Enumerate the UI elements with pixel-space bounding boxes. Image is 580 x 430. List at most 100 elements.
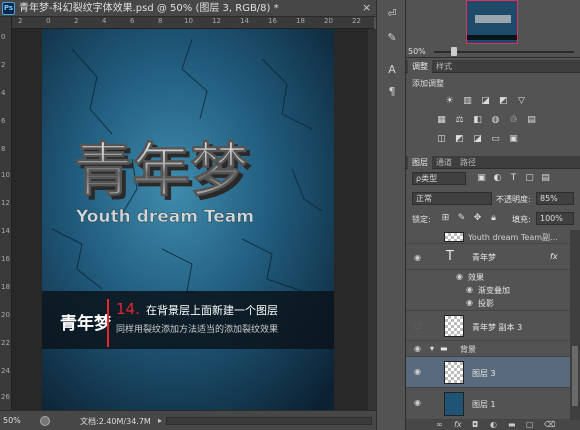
effect-row[interactable]: ◉ 渐变叠加: [406, 283, 570, 296]
layer-kind-filter[interactable]: ρ类型: [412, 172, 466, 185]
brightness-icon[interactable]: ☀: [444, 96, 455, 107]
threshold-icon[interactable]: ◪: [472, 134, 483, 145]
filter-type-icon[interactable]: T: [508, 173, 519, 184]
layer-row[interactable]: Youth dream Team副...: [406, 230, 570, 244]
group-name[interactable]: 背景: [460, 344, 476, 355]
link-layers-icon[interactable]: ∞: [436, 420, 443, 430]
visibility-eye-icon[interactable]: ◉: [414, 367, 421, 376]
zoom-level-field[interactable]: 50%: [3, 416, 21, 425]
tab-adjustments[interactable]: 调整: [408, 60, 432, 73]
status-menu-arrow-icon[interactable]: ▸: [158, 416, 162, 425]
effect-eye-icon[interactable]: ◉: [456, 272, 463, 281]
document-title[interactable]: 青年梦-科幻裂纹字体效果.psd @ 50% (图层 3, RGB/8) *: [19, 2, 279, 15]
ruler-tick-label: 20: [1, 311, 10, 319]
navigator-zoom[interactable]: 50%: [408, 47, 426, 56]
character-icon[interactable]: A: [384, 62, 400, 78]
channel-mixer-icon[interactable]: ♲: [508, 115, 519, 126]
brush-preset-icon[interactable]: ✎: [384, 30, 400, 46]
zoom-slider-handle[interactable]: [451, 47, 457, 56]
effect-row[interactable]: ◉ 投影: [406, 296, 570, 311]
new-layer-icon[interactable]: ▢: [526, 420, 534, 430]
layers-footer: ∞ fx ◘ ◐ ▬ ▢ ⌫: [406, 420, 580, 430]
svg-text:在背景层上面新建一个图层: 在背景层上面新建一个图层: [146, 303, 278, 317]
add-mask-icon[interactable]: ◘: [472, 420, 478, 430]
new-group-icon[interactable]: ▬: [508, 420, 516, 430]
paragraph-icon[interactable]: ¶: [384, 84, 400, 100]
lock-all-icon[interactable]: 🔒︎: [488, 213, 499, 224]
filter-pixel-icon[interactable]: ▣: [476, 173, 487, 184]
tab-styles[interactable]: 样式: [432, 60, 456, 73]
gradient-map-icon[interactable]: ▭: [490, 134, 501, 145]
photo-filter-icon[interactable]: ◍: [490, 115, 501, 126]
selective-color-icon[interactable]: ▣: [508, 134, 519, 145]
layer-row[interactable]: ◉ 图层 1: [406, 388, 570, 420]
ruler-tick-label: 20: [324, 17, 333, 25]
invert-icon[interactable]: ◫: [436, 134, 447, 145]
fill-input[interactable]: 100%: [536, 212, 574, 225]
document-canvas[interactable]: 青年梦 青年梦 Youth dream Team 青年梦 14. 在背景层上面新…: [42, 29, 334, 410]
navigator-thumbnail[interactable]: [466, 0, 518, 44]
black-white-icon[interactable]: ◧: [472, 115, 483, 126]
layer-name[interactable]: Youth dream Team副...: [468, 232, 558, 243]
lock-position-icon[interactable]: ✥: [472, 213, 483, 224]
tab-channels[interactable]: 通道: [432, 156, 456, 169]
lock-transparent-icon[interactable]: ⊞: [440, 213, 451, 224]
document-size: 文档:2.40M/34.7M: [80, 417, 151, 426]
exposure-icon[interactable]: ◩: [498, 96, 509, 107]
visibility-eye-icon[interactable]: ◉: [414, 398, 421, 407]
color-balance-icon[interactable]: ⚖: [454, 115, 465, 126]
layer-fx-icon[interactable]: fx: [550, 252, 558, 261]
horizontal-ruler[interactable]: 2 0 2 4 6 8 10 12 14 16 18 20 22: [12, 17, 374, 29]
hue-saturation-icon[interactable]: ▦: [436, 115, 447, 126]
status-bar: 50% 文档:2.40M/34.7M ▸: [0, 410, 376, 430]
filter-smart-icon[interactable]: ▤: [540, 173, 551, 184]
vertical-ruler[interactable]: 0 2 4 6 8 10 12 14 16 18 20 22 24 26: [0, 17, 12, 410]
horizontal-scrollbar[interactable]: [166, 417, 372, 425]
effects-row[interactable]: ◉ 效果: [406, 270, 570, 283]
color-lookup-icon[interactable]: ▤: [526, 115, 537, 126]
effect-eye-icon[interactable]: ◉: [466, 285, 473, 294]
adjustments-tabs: 调整 样式: [406, 60, 580, 73]
add-style-icon[interactable]: fx: [454, 420, 462, 430]
layer-name[interactable]: 图层 3: [472, 368, 496, 379]
filter-adjustment-icon[interactable]: ◐: [492, 173, 503, 184]
lock-label: 锁定:: [412, 215, 431, 224]
layer-name[interactable]: 图层 1: [472, 399, 496, 410]
layer-name[interactable]: 青年梦: [472, 252, 496, 263]
ruler-tick-label: 2: [1, 61, 6, 69]
filter-shape-icon[interactable]: ▢: [524, 173, 535, 184]
posterize-icon[interactable]: ◩: [454, 134, 465, 145]
visibility-eye-icon[interactable]: ◉: [414, 344, 421, 353]
ruler-tick-label: 4: [1, 89, 6, 97]
group-row[interactable]: ◉ ▾ ▬ 背景: [406, 341, 570, 357]
visibility-toggle-icon[interactable]: □: [414, 321, 422, 330]
group-expand-chevron-icon[interactable]: ▾: [430, 344, 434, 353]
lock-image-icon[interactable]: ✎: [456, 213, 467, 224]
effect-gradient-overlay[interactable]: 渐变叠加: [478, 285, 510, 296]
status-info-icon[interactable]: [40, 416, 50, 426]
levels-icon[interactable]: ▥: [462, 96, 473, 107]
tab-paths[interactable]: 路径: [456, 156, 480, 169]
blend-mode-select[interactable]: 正常: [412, 192, 492, 205]
ruler-tick-label: 10: [184, 17, 193, 25]
delete-layer-icon[interactable]: ⌫: [544, 420, 555, 430]
history-icon[interactable]: ⏎: [384, 6, 400, 22]
ruler-tick-label: 6: [1, 117, 6, 125]
effect-drop-shadow[interactable]: 投影: [478, 298, 494, 309]
effect-eye-icon[interactable]: ◉: [466, 298, 473, 307]
curves-icon[interactable]: ◪: [480, 96, 491, 107]
layer-name[interactable]: 青年梦 副本 3: [472, 322, 522, 333]
layer-row[interactable]: ◉ T 青年梦 fx: [406, 244, 570, 270]
layer-row[interactable]: □ 青年梦 副本 3: [406, 311, 570, 341]
visibility-eye-icon[interactable]: ◉: [414, 253, 421, 262]
opacity-input[interactable]: 85%: [536, 192, 574, 205]
tab-layers[interactable]: 图层: [408, 156, 432, 169]
ruler-tick-label: 22: [352, 17, 361, 25]
layer-row-selected[interactable]: ◉ 图层 3: [406, 357, 570, 388]
close-tab-icon[interactable]: ×: [362, 1, 371, 14]
vibrance-icon[interactable]: ▽: [516, 96, 527, 107]
vertical-scrollbar[interactable]: [368, 29, 376, 410]
new-adjustment-icon[interactable]: ◐: [490, 420, 497, 430]
layers-scroll-thumb[interactable]: [572, 346, 578, 406]
document-tab[interactable]: Ps 青年梦-科幻裂纹字体效果.psd @ 50% (图层 3, RGB/8) …: [0, 0, 376, 17]
